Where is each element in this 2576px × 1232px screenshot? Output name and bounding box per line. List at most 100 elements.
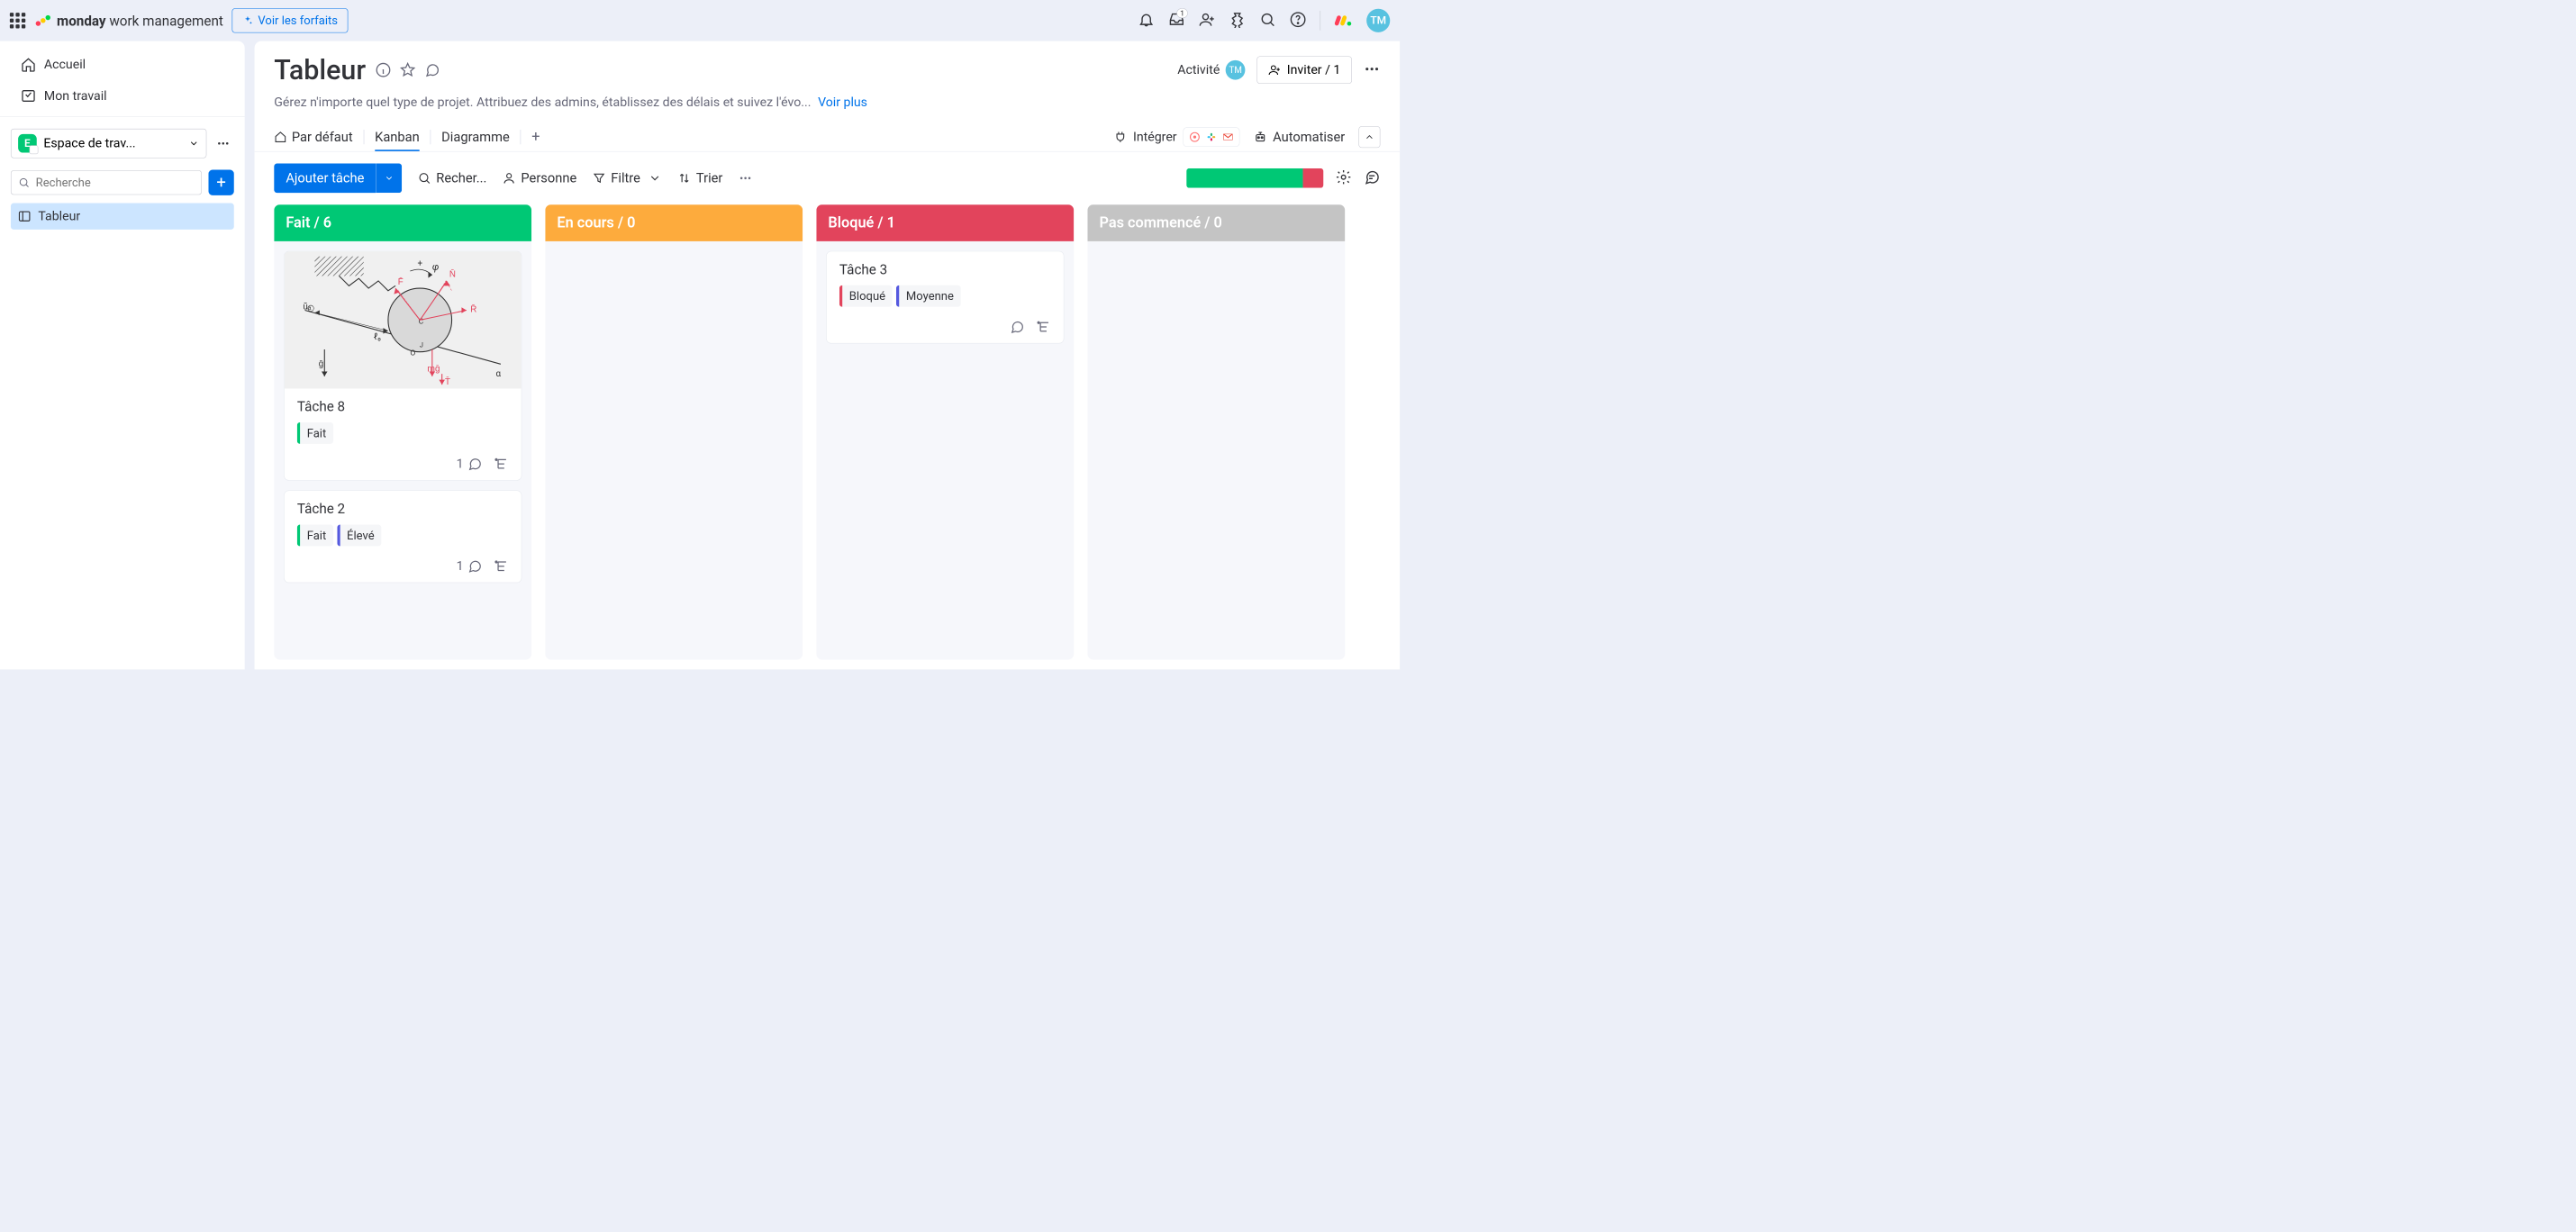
activity-avatar-initials: TM <box>1229 65 1242 75</box>
progress-summary[interactable] <box>1186 168 1323 188</box>
tab-diagram[interactable]: Diagramme <box>441 123 510 150</box>
monday-logo-icon <box>34 12 52 30</box>
toolbar-search[interactable]: Recher... <box>418 170 487 186</box>
column-header[interactable]: En cours / 0 <box>545 204 803 241</box>
pill-text: Élevé <box>340 525 381 547</box>
tab-add[interactable]: + <box>531 122 540 151</box>
subitems-icon[interactable] <box>494 559 508 574</box>
notifications-icon[interactable] <box>1138 11 1154 30</box>
subitems-icon[interactable] <box>1036 320 1050 334</box>
card-comments[interactable]: 1 <box>457 559 483 574</box>
column-title: Fait / 6 <box>286 214 331 231</box>
board-menu-button[interactable] <box>1364 60 1380 79</box>
sidebar-home[interactable]: Accueil <box>7 50 238 79</box>
divider <box>1320 11 1321 31</box>
help-icon[interactable] <box>1290 11 1306 30</box>
see-plans-button[interactable]: Voir les forfaits <box>232 8 349 32</box>
svg-text:R̄: R̄ <box>470 305 476 315</box>
priority-pill[interactable]: Moyenne <box>896 285 961 307</box>
tab-default-label: Par défaut <box>292 129 353 144</box>
column-title: En cours / 0 <box>557 214 635 231</box>
star-icon[interactable] <box>400 62 415 77</box>
chevron-up-icon <box>1364 131 1374 142</box>
status-pill[interactable]: Fait <box>297 422 333 444</box>
svg-text:ūₐ: ūₐ <box>303 302 311 312</box>
column-header[interactable]: Fait / 6 <box>274 204 531 241</box>
workspace-menu-button[interactable] <box>213 132 234 154</box>
svg-text:ℓ₀: ℓ₀ <box>374 332 382 342</box>
person-icon <box>503 171 516 185</box>
sidebar-search-input[interactable] <box>36 176 195 189</box>
provider-icon <box>1187 130 1202 144</box>
sidebar-add-button[interactable]: + <box>208 170 233 195</box>
board-title[interactable]: Tableur <box>274 54 366 86</box>
kanban-settings-button[interactable] <box>1335 168 1351 187</box>
inbox-icon[interactable]: 1 <box>1168 11 1184 30</box>
priority-pill[interactable]: Élevé <box>337 525 381 547</box>
invite-button[interactable]: Inviter / 1 <box>1257 56 1352 83</box>
sidebar-board-item[interactable]: Tableur <box>11 204 234 230</box>
apps-icon[interactable] <box>1229 11 1245 30</box>
kanban-card[interactable]: Tâche 3 Bloqué Moyenne <box>826 251 1064 344</box>
integration-providers <box>1183 127 1239 147</box>
search-icon <box>18 177 30 188</box>
workspace-selector[interactable]: E Espace de trav... <box>11 129 206 159</box>
comment-icon[interactable] <box>1010 320 1024 334</box>
kanban-column-notstarted: Pas commencé / 0 <box>1087 204 1345 659</box>
main: Tableur Activité TM Inviter / 1 <box>255 41 1401 670</box>
card-title: Tâche 2 <box>297 501 509 517</box>
see-more-link[interactable]: Voir plus <box>818 95 867 109</box>
toolbar-person[interactable]: Personne <box>503 170 576 186</box>
kanban-card[interactable]: Tâche 2 Fait Élevé 1 <box>284 490 522 583</box>
chevron-down-icon <box>649 171 662 185</box>
apps-menu-icon[interactable] <box>10 13 25 28</box>
kanban-column-inprogress: En cours / 0 <box>545 204 803 659</box>
svg-text:α: α <box>495 369 501 379</box>
kanban-card[interactable]: C N̄ R̄ F̄ mḡ T <box>284 251 522 481</box>
tab-kanban[interactable]: Kanban <box>375 123 420 150</box>
robot-icon <box>1253 130 1266 143</box>
chat-icon <box>1364 168 1380 185</box>
card-title: Tâche 8 <box>297 398 509 414</box>
workspace-avatar-icon: E <box>18 134 37 153</box>
status-pill[interactable]: Bloqué <box>839 285 893 307</box>
comment-count: 1 <box>457 457 464 471</box>
add-task-dropdown[interactable] <box>376 163 402 193</box>
card-comments[interactable]: 1 <box>457 457 483 471</box>
invite-members-icon[interactable] <box>1199 11 1215 30</box>
automate-button[interactable]: Automatiser <box>1253 129 1345 144</box>
physics-diagram-icon: C N̄ R̄ F̄ mḡ T <box>285 251 522 388</box>
dots-icon <box>1364 60 1380 77</box>
user-avatar[interactable]: TM <box>1366 9 1390 32</box>
activity-label: Activité <box>1177 63 1220 77</box>
add-task-button[interactable]: Ajouter tâche <box>274 163 376 193</box>
integrate-button[interactable]: Intégrer <box>1113 127 1239 147</box>
toolbar-more[interactable] <box>739 171 752 185</box>
integrate-label: Intégrer <box>1133 130 1177 144</box>
status-pill[interactable]: Fait <box>297 525 333 547</box>
pill-text: Fait <box>300 525 333 547</box>
sidebar-search[interactable] <box>11 170 202 195</box>
tab-kanban-label: Kanban <box>375 129 420 144</box>
sidebar-mywork[interactable]: Mon travail <box>7 81 238 111</box>
collapse-header-button[interactable] <box>1358 126 1380 148</box>
activity-button[interactable]: Activité TM <box>1177 60 1245 80</box>
view-tabs: Par défaut Kanban Diagramme + Intégrer <box>255 110 1401 152</box>
subitems-icon[interactable] <box>494 457 508 471</box>
toolbar-sort[interactable]: Trier <box>677 170 722 186</box>
svg-text:F̄: F̄ <box>398 277 404 287</box>
kanban-chat-button[interactable] <box>1364 168 1380 187</box>
kanban-board: Fait / 6 C <box>255 204 1401 669</box>
tab-default[interactable]: Par défaut <box>274 123 352 150</box>
monday-mark-icon <box>1334 11 1353 30</box>
discussion-icon[interactable] <box>424 62 440 77</box>
add-task-label: Ajouter tâche <box>286 170 364 186</box>
toolbar-filter[interactable]: Filtre <box>593 170 662 186</box>
column-header[interactable]: Pas commencé / 0 <box>1087 204 1345 241</box>
sidebar-home-label: Accueil <box>44 58 86 72</box>
sidebar-board-label: Tableur <box>38 209 80 223</box>
invite-icon <box>1268 64 1281 77</box>
info-icon[interactable] <box>376 62 391 77</box>
column-header[interactable]: Bloqué / 1 <box>816 204 1074 241</box>
search-icon[interactable] <box>1259 11 1275 30</box>
